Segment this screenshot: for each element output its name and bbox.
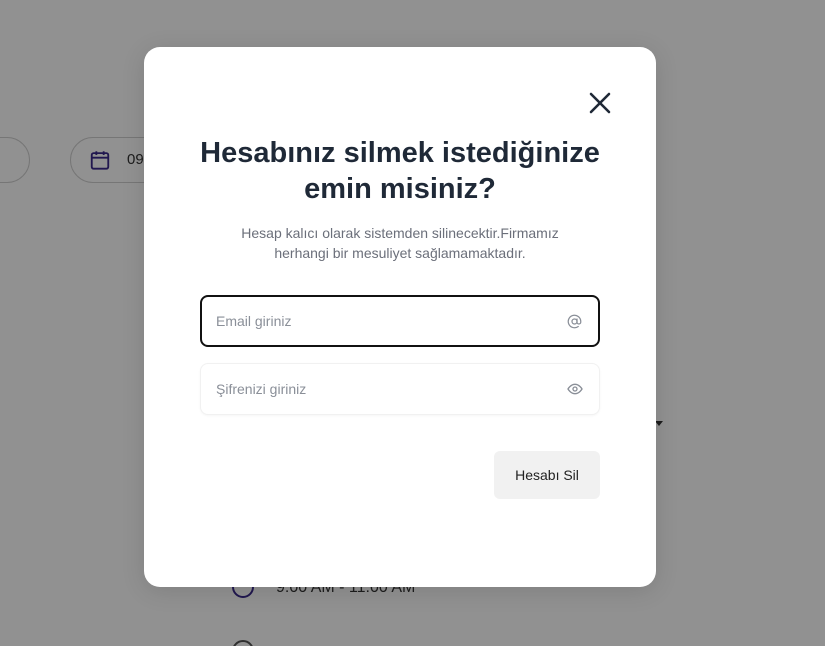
password-input[interactable] xyxy=(216,364,546,414)
delete-account-button[interactable]: Hesabı Sil xyxy=(494,451,600,499)
password-field[interactable] xyxy=(200,363,600,415)
close-icon xyxy=(589,92,611,114)
delete-account-modal: Hesabınız silmek istediğinize emin misin… xyxy=(144,47,656,587)
at-icon xyxy=(566,313,582,329)
email-field[interactable] xyxy=(200,295,600,347)
eye-icon[interactable] xyxy=(567,381,583,397)
modal-title: Hesabınız silmek istediğinize emin misin… xyxy=(200,137,600,205)
email-input[interactable] xyxy=(216,297,546,345)
modal-subtitle: Hesap kalıcı olarak sistemden silinecekt… xyxy=(241,225,559,261)
close-button[interactable] xyxy=(586,89,614,117)
